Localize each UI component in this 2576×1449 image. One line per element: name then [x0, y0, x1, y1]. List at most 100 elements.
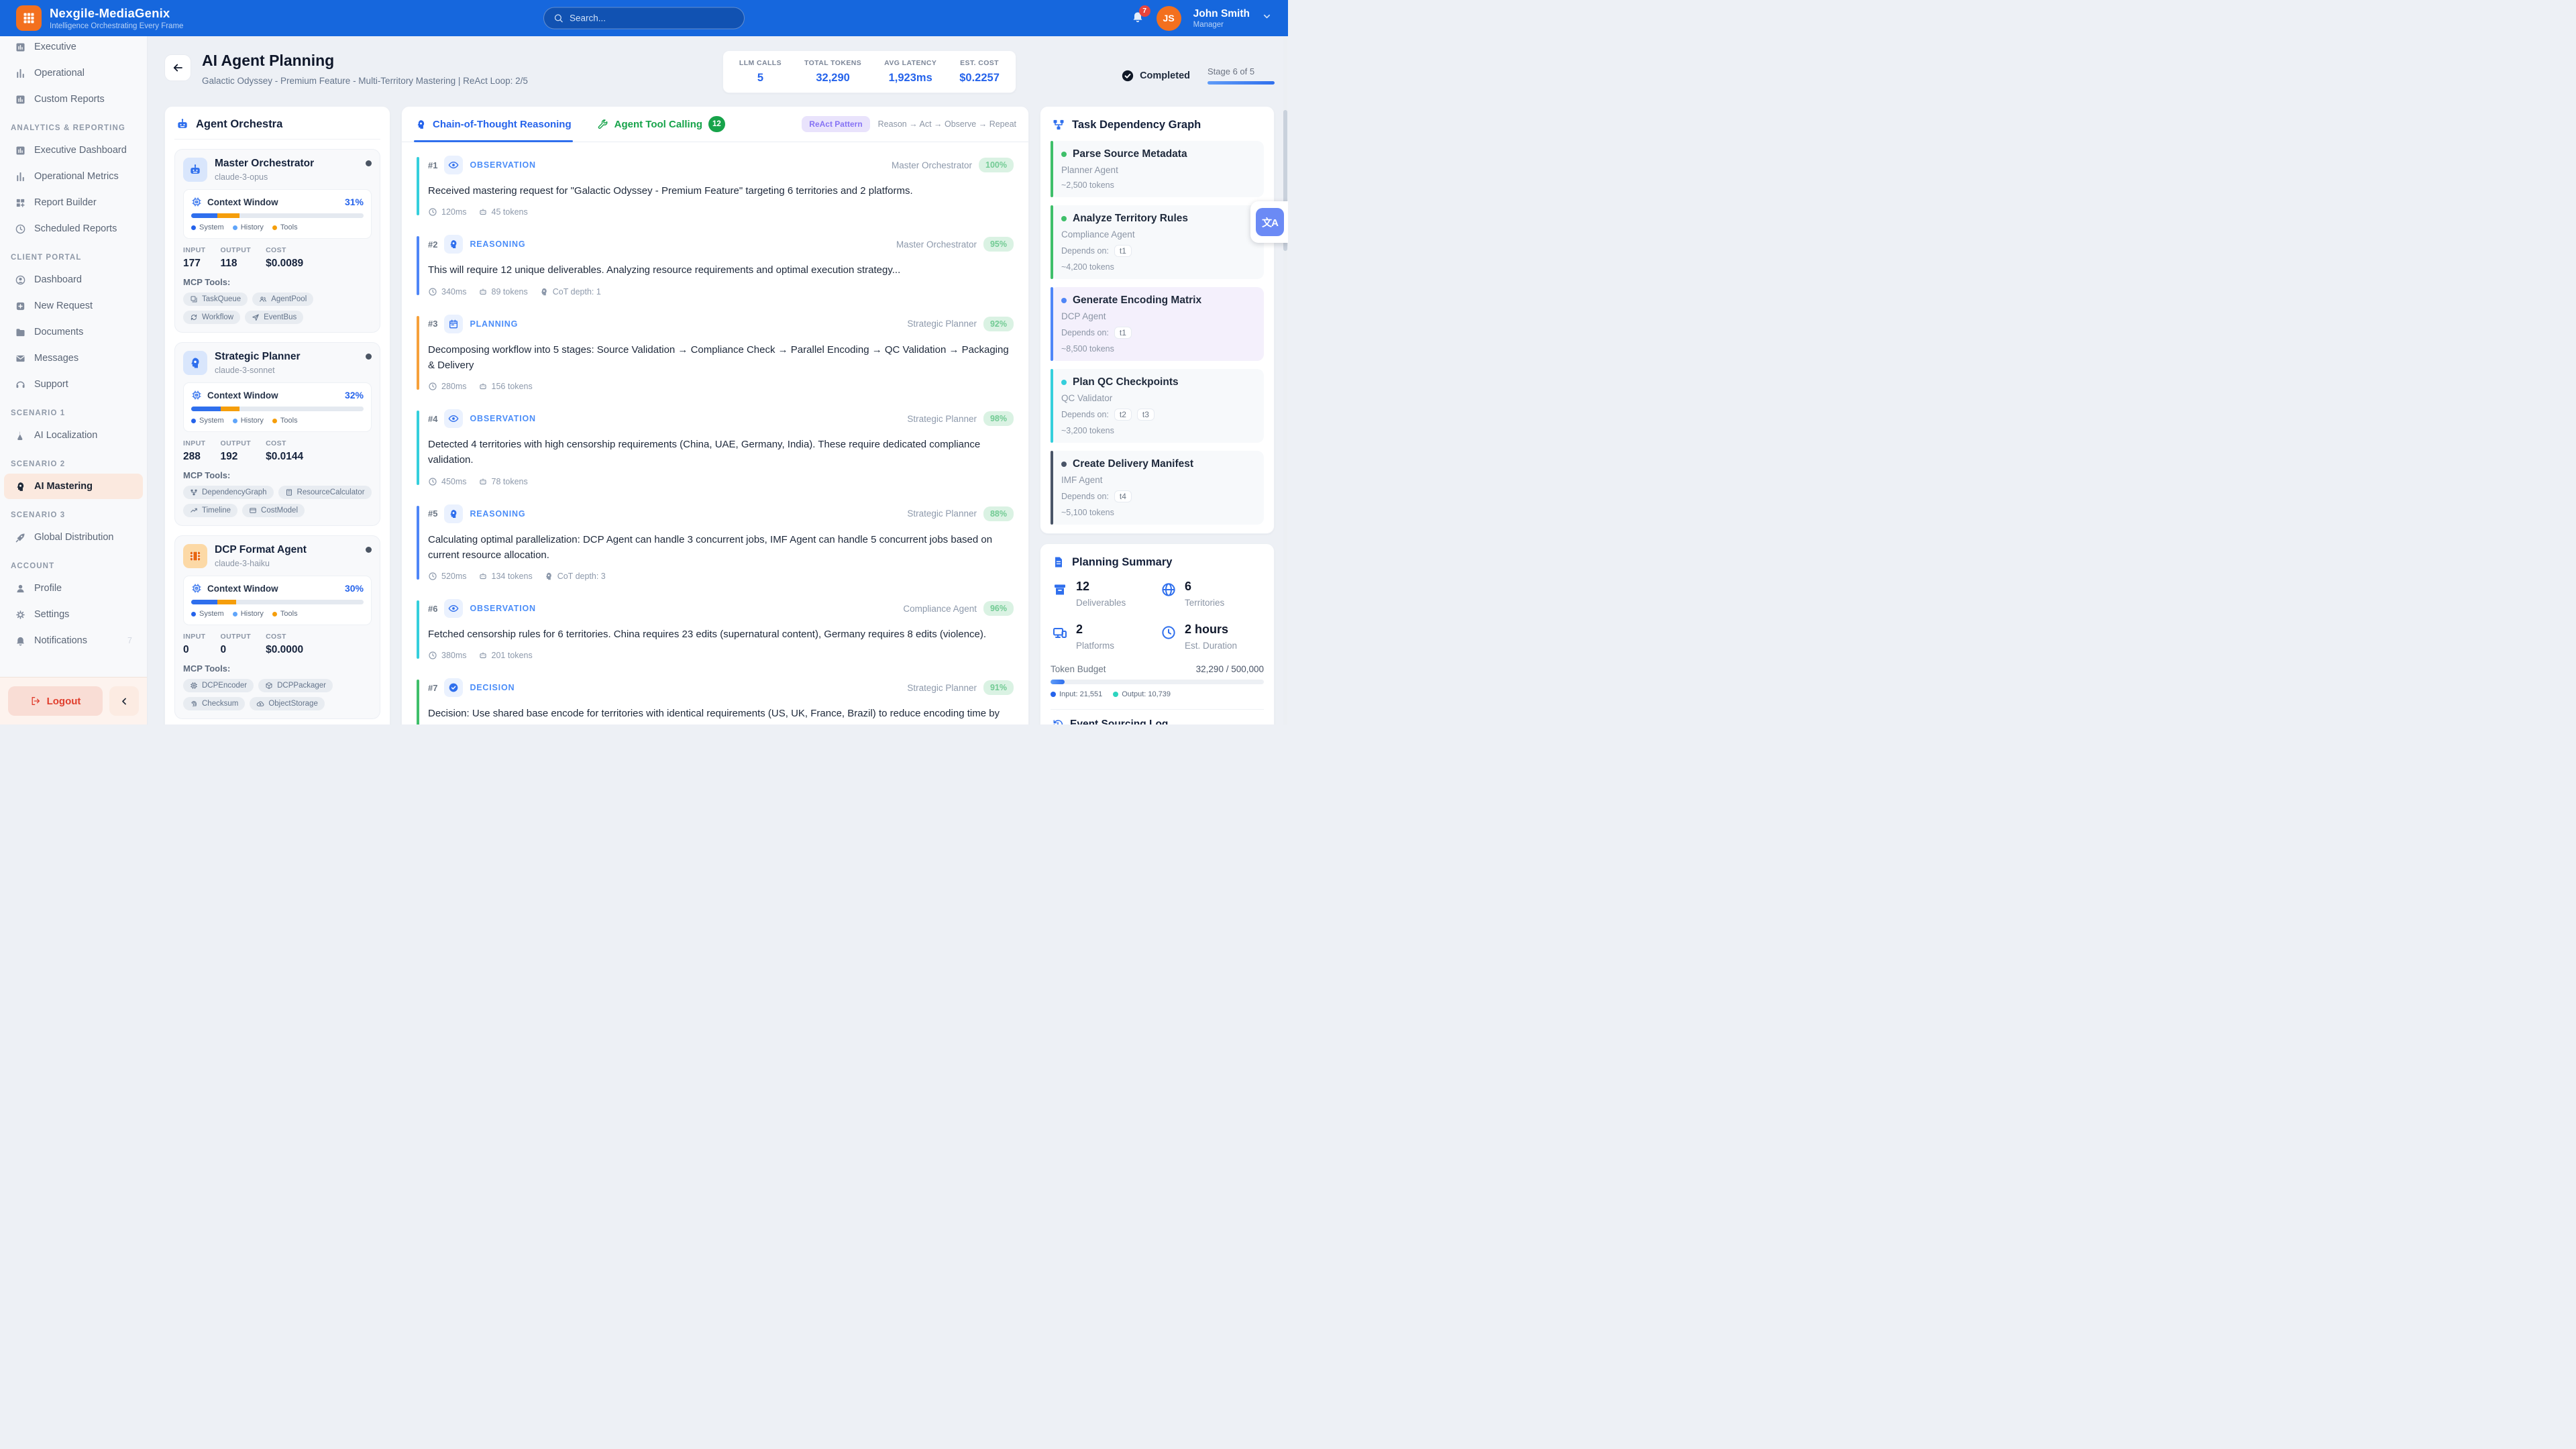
calendar-icon [448, 319, 459, 329]
sidebar-item-new-request[interactable]: New Request [4, 293, 143, 319]
brain-icon [539, 287, 549, 297]
sidebar-item-label: AI Mastering [34, 481, 93, 492]
agent-usage-value: 0 [221, 644, 252, 656]
sidebar-item-executive[interactable]: Executive [4, 34, 143, 60]
app-logo[interactable] [16, 5, 42, 31]
back-button[interactable] [164, 54, 191, 81]
grid-logo-icon [22, 11, 36, 25]
agent-card-strategic-planner[interactable]: Strategic Plannerclaude-3-sonnetContext … [174, 342, 380, 526]
arrow-left-icon [172, 62, 184, 74]
sidebar-item-support[interactable]: Support [4, 372, 143, 397]
avatar[interactable]: JS [1157, 6, 1181, 31]
task-node[interactable]: Analyze Territory RulesCompliance AgentD… [1051, 205, 1264, 279]
sidebar-item-global-distribution[interactable]: Global Distribution [4, 525, 143, 550]
sidebar-item-notifications[interactable]: Notifications7 [4, 628, 143, 653]
mcp-tool-chip[interactable]: ResourceCalculator [278, 486, 372, 499]
task-node[interactable]: Plan QC CheckpointsQC ValidatorDepends o… [1051, 369, 1264, 443]
mcp-tool-chip[interactable]: DependencyGraph [183, 486, 274, 499]
sidebar-item-executive-dashboard[interactable]: Executive Dashboard [4, 138, 143, 163]
sidebar-item-custom-reports[interactable]: Custom Reports [4, 87, 143, 112]
task-depends-label: Depends on: [1061, 492, 1109, 501]
task-node[interactable]: Create Delivery ManifestIMF AgentDepends… [1051, 451, 1264, 525]
mcp-tool-chip[interactable]: DCPEncoder [183, 679, 254, 692]
step-tokens: 156 tokens [478, 382, 533, 391]
mcp-tool-chip[interactable]: Timeline [183, 504, 237, 517]
cpu-icon [191, 390, 202, 400]
cot-step[interactable]: #2REASONINGMaster Orchestrator95%This wi… [417, 235, 1014, 296]
cot-step[interactable]: #7DECISIONStrategic Planner91%Decision: … [417, 678, 1014, 724]
context-window-header: Context Window30% [191, 583, 364, 594]
sidebar-item-profile[interactable]: Profile [4, 576, 143, 601]
agent-usage-value: 288 [183, 451, 206, 463]
task-node[interactable]: Generate Encoding MatrixDCP AgentDepends… [1051, 287, 1264, 361]
legend-label: System [199, 610, 224, 618]
sidebar-collapse-button[interactable] [109, 686, 139, 716]
sidebar-item-operational-metrics[interactable]: Operational Metrics [4, 164, 143, 189]
tab-count-badge: 12 [708, 116, 725, 132]
clock-icon [428, 207, 437, 217]
agent-usage-value: $0.0000 [266, 644, 303, 656]
sidebar-item-messages[interactable]: Messages [4, 345, 143, 371]
user-icon [15, 583, 26, 594]
content-columns: Agent Orchestra Master Orchestratorclaud… [164, 106, 1275, 724]
sidebar-item-scheduled-reports[interactable]: Scheduled Reports [4, 216, 143, 241]
sidebar-item-ai-mastering[interactable]: AI Mastering [4, 474, 143, 499]
notifications-button[interactable]: 7 [1131, 10, 1144, 27]
search-bar[interactable] [543, 7, 745, 30]
search-input[interactable] [570, 13, 735, 23]
mcp-tool-chip[interactable]: Workflow [183, 311, 240, 324]
mcp-tool-chip[interactable]: CostModel [242, 504, 305, 517]
context-window-label: Context Window [207, 197, 278, 207]
agent-usage-value: 0 [183, 644, 206, 656]
mcp-tool-chip[interactable]: DCPPackager [258, 679, 333, 692]
step-agent-label: Compliance Agent [903, 604, 977, 614]
llm-stats-card: LLM CALLS5TOTAL TOKENS32,290AVG LATENCY1… [722, 50, 1016, 93]
mcp-tool-chip[interactable]: ObjectStorage [250, 697, 325, 710]
sidebar-item-report-builder[interactable]: Report Builder [4, 190, 143, 215]
step-meta: 340ms89 tokensCoT depth: 1 [428, 287, 1014, 297]
robot-icon [189, 163, 202, 176]
sidebar-item-settings[interactable]: Settings [4, 602, 143, 627]
agent-card-master-orchestrator[interactable]: Master Orchestratorclaude-3-opusContext … [174, 149, 380, 333]
sidebar-item-documents[interactable]: Documents [4, 319, 143, 345]
mcp-tool-chip[interactable]: EventBus [245, 311, 303, 324]
step-number: #6 [428, 604, 437, 614]
cot-step[interactable]: #1OBSERVATIONMaster Orchestrator100%Rece… [417, 156, 1014, 217]
mcp-tool-chip[interactable]: AgentPool [252, 292, 313, 306]
cot-step[interactable]: #5REASONINGStrategic Planner88%Calculati… [417, 504, 1014, 582]
step-tokens-value: 156 tokens [492, 382, 533, 391]
sidebar-item-operational[interactable]: Operational [4, 60, 143, 86]
grid-plus-icon [15, 197, 26, 209]
translate-widget[interactable]: 文A [1250, 201, 1288, 243]
clock-icon [428, 477, 437, 486]
tab-agent-tool-calling[interactable]: Agent Tool Calling12 [596, 107, 727, 142]
user-menu-chevron[interactable] [1262, 11, 1272, 25]
page-scrollbar[interactable] [1283, 36, 1287, 724]
history-icon [1052, 718, 1064, 724]
step-type-iconbox [444, 235, 463, 254]
step-type-label: OBSERVATION [470, 160, 535, 170]
task-node[interactable]: Parse Source MetadataPlanner Agent~2,500… [1051, 141, 1264, 197]
agent-card-dcp-format-agent[interactable]: DCP Format Agentclaude-3-haiku Context Wi… [174, 535, 380, 719]
legend-label: System [199, 417, 224, 425]
agent-usage-label: INPUT [183, 439, 206, 447]
tab-chain-of-thought-reasoning[interactable]: Chain-of-Thought Reasoning [414, 107, 573, 142]
user-block[interactable]: John Smith Manager [1193, 8, 1250, 29]
mcp-tool-chip[interactable]: TaskQueue [183, 292, 248, 306]
globe-icon [1161, 582, 1177, 598]
cot-step[interactable]: #6OBSERVATIONCompliance Agent96%Fetched … [417, 599, 1014, 660]
sidebar-item-ai-localization[interactable]: AI Localization [4, 423, 143, 448]
agent-card-header: DCP Format Agentclaude-3-haiku [183, 544, 372, 568]
sidebar-item-label: Profile [34, 583, 62, 594]
summary-grid: 12Deliverables6Territories2Platforms2 ho… [1051, 580, 1264, 651]
context-window-legend: SystemHistoryTools [191, 417, 364, 425]
legend-item: Tools [272, 223, 298, 231]
cot-step[interactable]: #3PLANNINGStrategic Planner92%Decomposin… [417, 315, 1014, 392]
mail-icon [15, 353, 26, 364]
sidebar-item-dashboard[interactable]: Dashboard [4, 267, 143, 292]
step-confidence-badge: 88% [983, 506, 1014, 521]
mcp-tool-chip[interactable]: Checksum [183, 697, 245, 710]
cot-step[interactable]: #4OBSERVATIONStrategic Planner98%Detecte… [417, 409, 1014, 486]
logout-button[interactable]: Logout [8, 686, 103, 716]
clock-icon [428, 651, 437, 660]
